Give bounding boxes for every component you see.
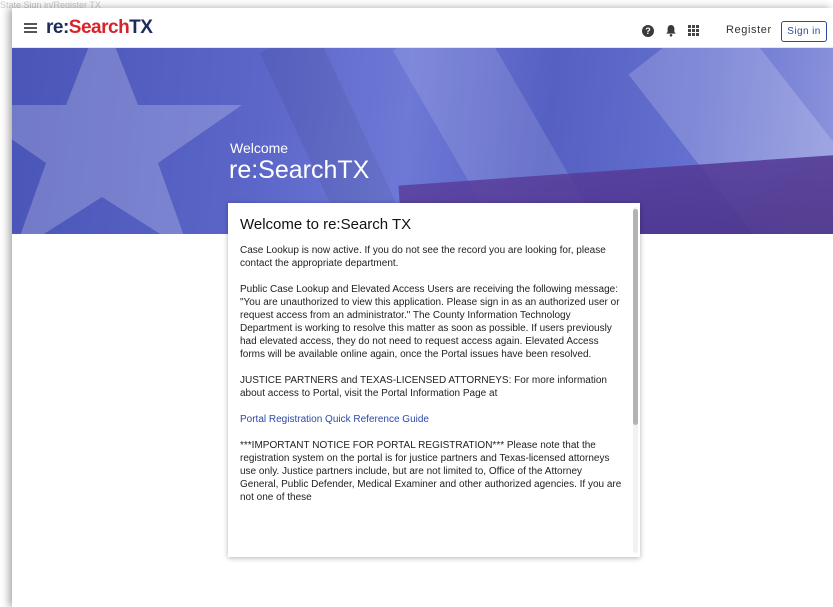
menu-icon[interactable] (24, 23, 37, 33)
welcome-card: Welcome to re:Search TX Case Lookup is n… (228, 203, 640, 557)
card-title: Welcome to re:Search TX (240, 216, 412, 233)
logo-suffix: TX (129, 17, 153, 38)
case-lookup-paragraph: Case Lookup is now active. If you do not… (240, 245, 606, 269)
apps-icon[interactable] (688, 25, 699, 36)
important-notice-paragraph: ***IMPORTANT NOTICE FOR PORTAL REGISTRAT… (240, 440, 622, 503)
browser-window: re:SearchTX ? Register Sign in Welcome r… (12, 8, 833, 607)
welcome-label: Welcome (230, 140, 289, 156)
site-logo[interactable]: re:SearchTX (46, 17, 153, 39)
top-app-bar: re:SearchTX ? Register Sign in (12, 8, 833, 48)
bell-icon[interactable] (665, 24, 677, 37)
register-link[interactable]: Register (726, 24, 772, 36)
card-content: Welcome to re:Search TX Case Lookup is n… (240, 216, 622, 517)
logo-prefix: re: (46, 17, 69, 38)
flag-star-icon (12, 48, 242, 234)
portal-registration-guide-link[interactable]: Portal Registration Quick Reference Guid… (240, 414, 429, 425)
justice-partners-paragraph: JUSTICE PARTNERS and TEXAS-LICENSED ATTO… (240, 375, 607, 399)
page-title: re:SearchTX (229, 156, 370, 184)
sign-in-button[interactable]: Sign in (781, 21, 827, 42)
logo-accent: Search (68, 17, 130, 38)
help-icon[interactable]: ? (642, 25, 654, 37)
card-scrollbar-thumb[interactable] (633, 209, 638, 425)
unauthorized-message-paragraph: Public Case Lookup and Elevated Access U… (240, 284, 620, 360)
